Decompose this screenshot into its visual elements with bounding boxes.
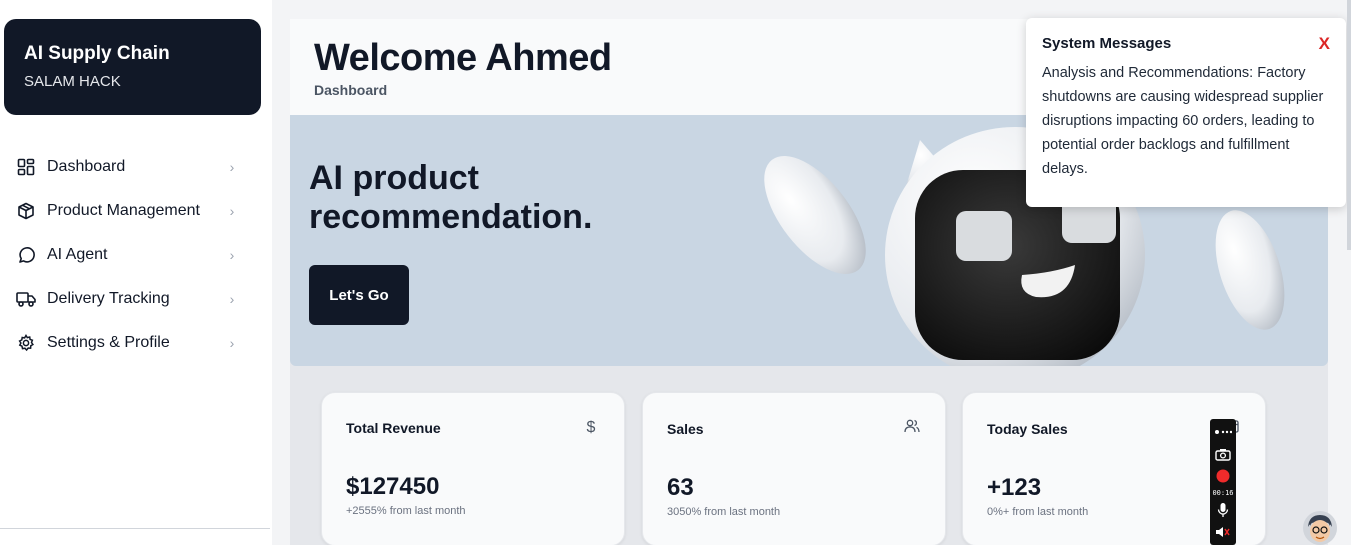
- system-message-text: Analysis and Recommendations: Factory sh…: [1042, 65, 1324, 177]
- sidebar-divider: [0, 528, 270, 529]
- brand-block[interactable]: AI Supply Chain SALAM HACK: [4, 19, 261, 115]
- sidebar-item-label: AI Agent: [47, 246, 108, 263]
- chevron-right-icon: ›: [229, 159, 235, 175]
- sidebar-item-label: Delivery Tracking: [47, 290, 170, 307]
- presenter-avatar: [1303, 511, 1337, 545]
- stat-card-total-revenue: Total Revenue $ $127450 +2555% from last…: [321, 392, 625, 545]
- record-icon[interactable]: [1212, 467, 1234, 485]
- sidebar-item-label: Dashboard: [47, 158, 126, 175]
- sidebar: AI Supply Chain SALAM HACK Dashboard › P…: [0, 0, 272, 545]
- card-title: Today Sales: [987, 420, 1068, 437]
- brand-title: AI Supply Chain: [24, 43, 170, 64]
- sidebar-item-ai-agent[interactable]: AI Agent ›: [0, 233, 272, 277]
- truck-icon: [16, 289, 36, 309]
- stats-cards: Total Revenue $ $127450 +2555% from last…: [290, 366, 1328, 545]
- card-change: 0%+ from last month: [987, 506, 1089, 518]
- chevron-right-icon: ›: [229, 335, 235, 351]
- sidebar-item-dashboard[interactable]: Dashboard ›: [0, 145, 272, 189]
- camera-icon[interactable]: [1212, 445, 1234, 463]
- card-value: $127450: [346, 473, 440, 500]
- speaker-icon[interactable]: [1212, 523, 1234, 541]
- chat-bubble-icon: [16, 245, 36, 265]
- hero-title: AI product recommendation.: [309, 159, 593, 236]
- card-change: +2555% from last month: [346, 505, 466, 517]
- users-icon: [903, 419, 921, 438]
- close-button[interactable]: X: [1319, 34, 1330, 54]
- gear-icon: [16, 333, 36, 353]
- dashboard-grid-icon: [16, 157, 36, 177]
- sidebar-item-settings-profile[interactable]: Settings & Profile ›: [0, 321, 272, 365]
- sidebar-item-product-management[interactable]: Product Management ›: [0, 189, 272, 233]
- page-scrollbar[interactable]: [1347, 0, 1351, 250]
- chevron-right-icon: ›: [229, 291, 235, 307]
- system-messages-title: System Messages: [1042, 35, 1172, 52]
- chevron-right-icon: ›: [229, 247, 235, 263]
- sidebar-item-label: Settings & Profile: [47, 334, 170, 351]
- sidebar-item-delivery-tracking[interactable]: Delivery Tracking ›: [0, 277, 272, 321]
- sidebar-item-label: Product Management: [47, 202, 200, 219]
- card-title: Total Revenue: [346, 420, 441, 436]
- card-value: 63: [667, 474, 694, 501]
- lets-go-button[interactable]: Let's Go: [309, 265, 409, 325]
- microphone-icon[interactable]: [1212, 501, 1234, 519]
- package-icon: [16, 201, 36, 221]
- sidebar-nav: Dashboard › Product Management › AI Agen…: [0, 145, 272, 365]
- dollar-icon: $: [586, 419, 596, 436]
- stat-card-sales: Sales 63 3050% from last month: [642, 392, 946, 545]
- card-change: 3050% from last month: [667, 506, 781, 518]
- chevron-right-icon: ›: [229, 203, 235, 219]
- card-title: Sales: [667, 420, 704, 437]
- card-value: +123: [987, 474, 1042, 501]
- recorder-menu-icon[interactable]: [1212, 423, 1234, 441]
- screen-recorder-widget[interactable]: 00:16: [1210, 419, 1236, 545]
- recording-time: 00:16: [1212, 489, 1234, 497]
- system-messages-panel: System Messages X Analysis and Recommend…: [1026, 18, 1346, 207]
- brand-subtitle: SALAM HACK: [24, 73, 121, 90]
